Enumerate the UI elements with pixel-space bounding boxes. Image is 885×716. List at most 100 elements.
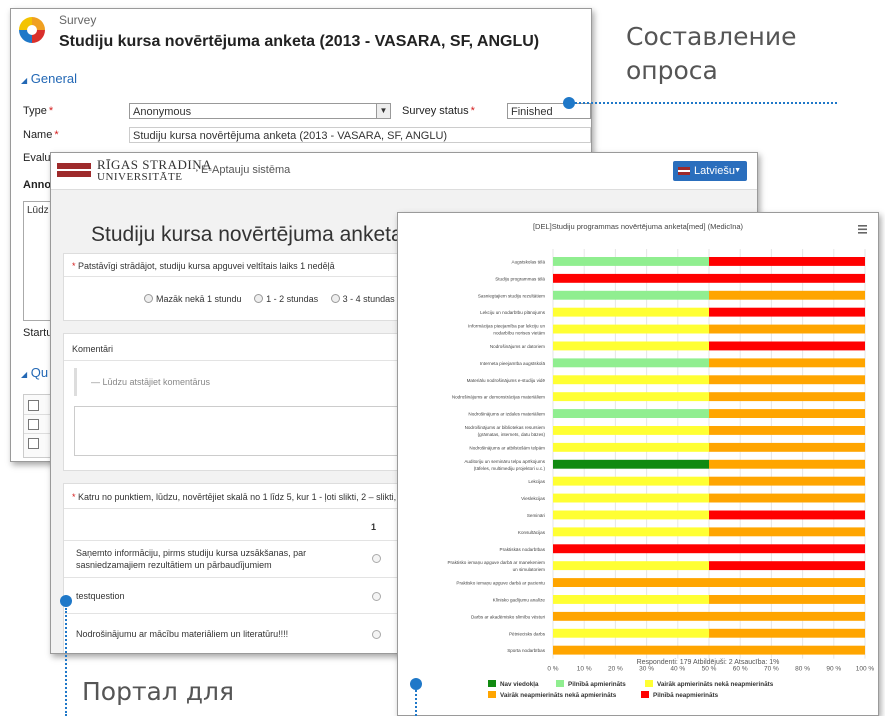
type-select[interactable]: Anonymous ▼ [129,103,391,119]
section-questions[interactable]: ◢ Qu [21,365,48,380]
bar-segment[interactable] [553,307,709,317]
bar-segment[interactable] [709,409,865,418]
bar-segment[interactable] [709,358,865,368]
status-select[interactable]: Finished [507,103,591,119]
radio-option-3[interactable] [330,294,340,303]
bar-segment[interactable] [709,426,865,435]
x-tick-label: 70 % [764,666,779,673]
bar-segment[interactable] [553,409,709,418]
name-field[interactable]: Studiju kursa novērtējuma anketa (2013 -… [129,127,591,143]
bar-segment[interactable] [709,628,865,638]
row-checkbox[interactable] [28,438,39,449]
section-general[interactable]: ◢ General [21,71,77,86]
bar-segment[interactable] [553,493,709,503]
y-category-label: Lekcijas [528,479,545,484]
y-category-label: Sasniegtajiem studiju rezultātiem [478,293,545,298]
legend-label[interactable]: Pilnībā neapmierināts [653,692,719,699]
bar-segment[interactable] [553,392,709,402]
bar-segment[interactable] [553,426,709,435]
y-category-label: Informācijas pieejamība par lekciju un no… [468,324,545,336]
y-category-label: Interneta pieejamība augstskolā [480,361,546,366]
y-category-label: Praktisko iemaņu apguve darbā ar maneken… [447,560,545,572]
matrix-column-1: 1 [371,522,377,532]
legend-swatch[interactable] [645,680,653,687]
bar-segment[interactable] [553,510,709,520]
legend-label[interactable]: Vairāk neapmierināts nekā apmierināts [500,692,617,699]
bar-segment[interactable] [553,645,865,655]
bar-segment[interactable] [553,544,865,554]
language-button[interactable]: Latviešu ▼ [673,161,747,181]
question-card-3: * Katru no punktiem, lūdzu, novērtējiet … [63,483,409,653]
bar-segment[interactable] [553,290,709,300]
bar-segment[interactable] [709,510,865,520]
bar-segment[interactable] [553,527,709,537]
legend-label[interactable]: Nav viedokļa [500,681,539,688]
dropdown-arrow-icon[interactable]: ▼ [376,104,390,118]
row-checkbox[interactable] [28,400,39,411]
y-category-label: Nodrošinājums ar demonstrācijas materiāl… [452,395,545,400]
name-label: Name * [23,129,59,141]
bar-segment[interactable] [709,476,865,486]
bar-segment[interactable] [709,493,865,503]
matrix-radio[interactable] [372,592,381,601]
bar-segment[interactable] [553,595,709,604]
legend-label[interactable]: Vairāk apmierināts nekā neapmierināts [657,681,774,688]
section-general-label: General [30,71,78,86]
annotations-label: Anno [23,179,52,191]
callout-bottom-left: Портал для [82,677,235,706]
legend-swatch[interactable] [556,680,564,687]
bar-segment[interactable] [709,307,865,317]
bar-segment[interactable] [553,375,709,385]
bar-segment[interactable] [553,341,709,351]
bar-segment[interactable] [709,595,865,604]
system-name: E-Aptauju sistēma [201,164,291,176]
name-field-value: Studiju kursa novērtējuma anketa (2013 -… [133,130,448,142]
x-tick-label: 90 % [826,666,841,673]
bar-segment[interactable] [553,442,709,452]
radio-option-2[interactable] [254,294,264,303]
bar-segment[interactable] [553,324,709,334]
bar-segment[interactable] [709,527,865,537]
y-category-label: Auditoriju un semināru telpu aprīkojums(… [464,459,545,471]
x-tick-label: 10 % [577,666,592,673]
bar-segment[interactable] [709,290,865,300]
x-tick-label: 30 % [639,666,654,673]
row-checkbox[interactable] [28,419,39,430]
x-tick-label: 20 % [608,666,623,673]
bar-segment[interactable] [553,476,709,486]
bar-segment[interactable] [553,578,865,587]
legend-swatch[interactable] [641,691,649,698]
y-category-label: Nodrošinājums ar atbilstošām telpām [469,445,545,450]
matrix-radio[interactable] [372,554,381,563]
matrix-radio[interactable] [372,630,381,639]
y-category-label: Lekciju un nodarbību plānojums [480,310,546,315]
bar-segment[interactable] [709,442,865,452]
comment-textarea[interactable] [74,406,416,456]
bar-segment[interactable] [709,561,865,571]
bar-segment[interactable] [709,459,865,469]
legend-swatch[interactable] [488,680,496,687]
question-1-text: * Patstāvīgi strādājot, studiju kursa ap… [72,261,335,271]
radio-option-1[interactable] [144,294,153,303]
callout-line-bottom-left [65,608,67,716]
bar-segment[interactable] [553,257,709,266]
university-logo-icon [57,163,91,177]
legend-swatch[interactable] [488,691,496,698]
legend-label[interactable]: Pilnībā apmierināts [568,681,626,688]
bar-segment[interactable] [709,341,865,351]
bar-segment[interactable] [553,358,709,368]
bar-segment[interactable] [553,561,709,571]
bar-segment[interactable] [553,628,709,638]
y-category-label: Praktisko iemaņu apguve darbā ar pacient… [456,581,545,586]
bar-segment[interactable] [553,459,709,469]
bar-segment[interactable] [709,257,865,266]
hamburger-icon[interactable] [858,225,867,234]
bar-segment[interactable] [709,324,865,334]
status-label: Survey status * [402,105,475,117]
bar-segment[interactable] [709,375,865,385]
bar-segment[interactable] [709,392,865,402]
bar-segment[interactable] [553,273,865,283]
comments-label: Komentāri [72,344,114,354]
bar-segment[interactable] [553,611,865,621]
callout-line-top [575,102,837,104]
